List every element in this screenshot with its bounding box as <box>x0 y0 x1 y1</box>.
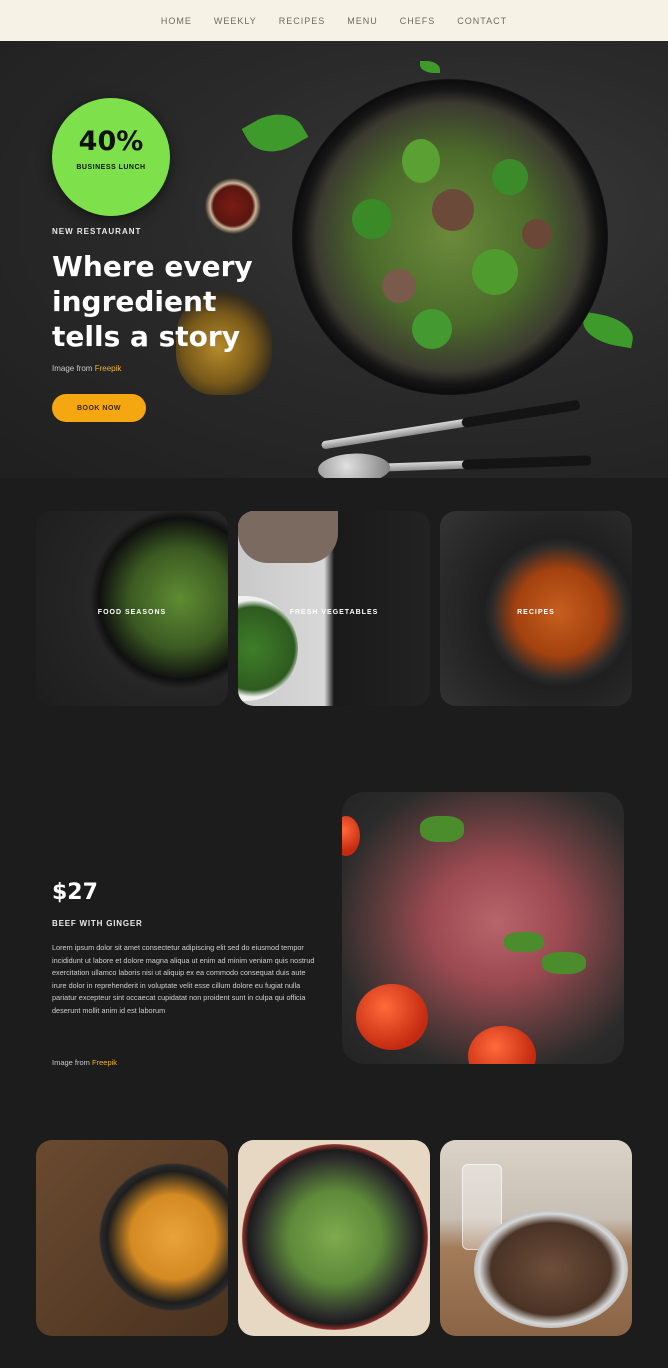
badge-text: Business Lunch <box>76 164 146 171</box>
gallery-card-food-seasons[interactable]: Food Seasons <box>36 511 228 706</box>
dish-name: Beef with Ginger <box>52 919 143 928</box>
steak-image <box>342 792 624 1064</box>
credit-source-link[interactable]: Freepik <box>95 364 122 373</box>
hero-section: 40% Business Lunch New Restaurant Where … <box>0 41 668 478</box>
gallery-card-pasta[interactable] <box>36 1140 228 1336</box>
salad-bowl-image <box>292 79 608 395</box>
credit-prefix: Image from <box>52 364 93 373</box>
hero-image-credit: Image from Freepik <box>52 364 121 373</box>
fork-image <box>320 399 582 450</box>
nav-link-weekly[interactable]: Weekly <box>214 16 257 26</box>
dish-description: Lorem ipsum dolor sit amet consectetur a… <box>52 943 315 1015</box>
nav-link-contact[interactable]: Contact <box>457 16 507 26</box>
hero-title: Where every ingredient tells a story <box>52 250 253 353</box>
nav-link-menu[interactable]: Menu <box>347 16 378 26</box>
nav-link-chefs[interactable]: Chefs <box>400 16 436 26</box>
spoon-image <box>317 452 593 478</box>
badge-percent: 40% <box>78 126 144 157</box>
gallery-card-salad[interactable] <box>238 1140 430 1336</box>
top-nav: Home Weekly Recipes Menu Chefs Contact <box>0 0 668 41</box>
gallery-card-fresh-vegetables[interactable]: Fresh Vegetables <box>238 511 430 706</box>
spice-bowl-image <box>205 178 261 234</box>
gallery-card-dessert[interactable] <box>440 1140 632 1336</box>
nav-link-recipes[interactable]: Recipes <box>279 16 326 26</box>
credit-source-link[interactable]: Freepik <box>92 1058 117 1067</box>
gallery-card-recipes[interactable]: Recipes <box>440 511 632 706</box>
basil-leaf-image <box>579 311 637 349</box>
hero-eyebrow: New Restaurant <box>52 227 142 236</box>
credit-prefix: Image from <box>52 1058 90 1067</box>
discount-badge: 40% Business Lunch <box>52 98 170 216</box>
nav-link-home[interactable]: Home <box>161 16 192 26</box>
gallery-card-label: Recipes <box>517 608 555 616</box>
book-now-button[interactable]: Book Now <box>52 394 146 422</box>
feature-image-credit: Image from Freepik <box>52 1058 117 1067</box>
gallery-card-label: Food Seasons <box>97 608 167 616</box>
gallery-card-label: Fresh Vegetables <box>289 608 379 616</box>
basil-leaf-image <box>420 61 440 73</box>
dish-price: $27 <box>52 880 98 905</box>
basil-leaf-image <box>241 102 309 164</box>
